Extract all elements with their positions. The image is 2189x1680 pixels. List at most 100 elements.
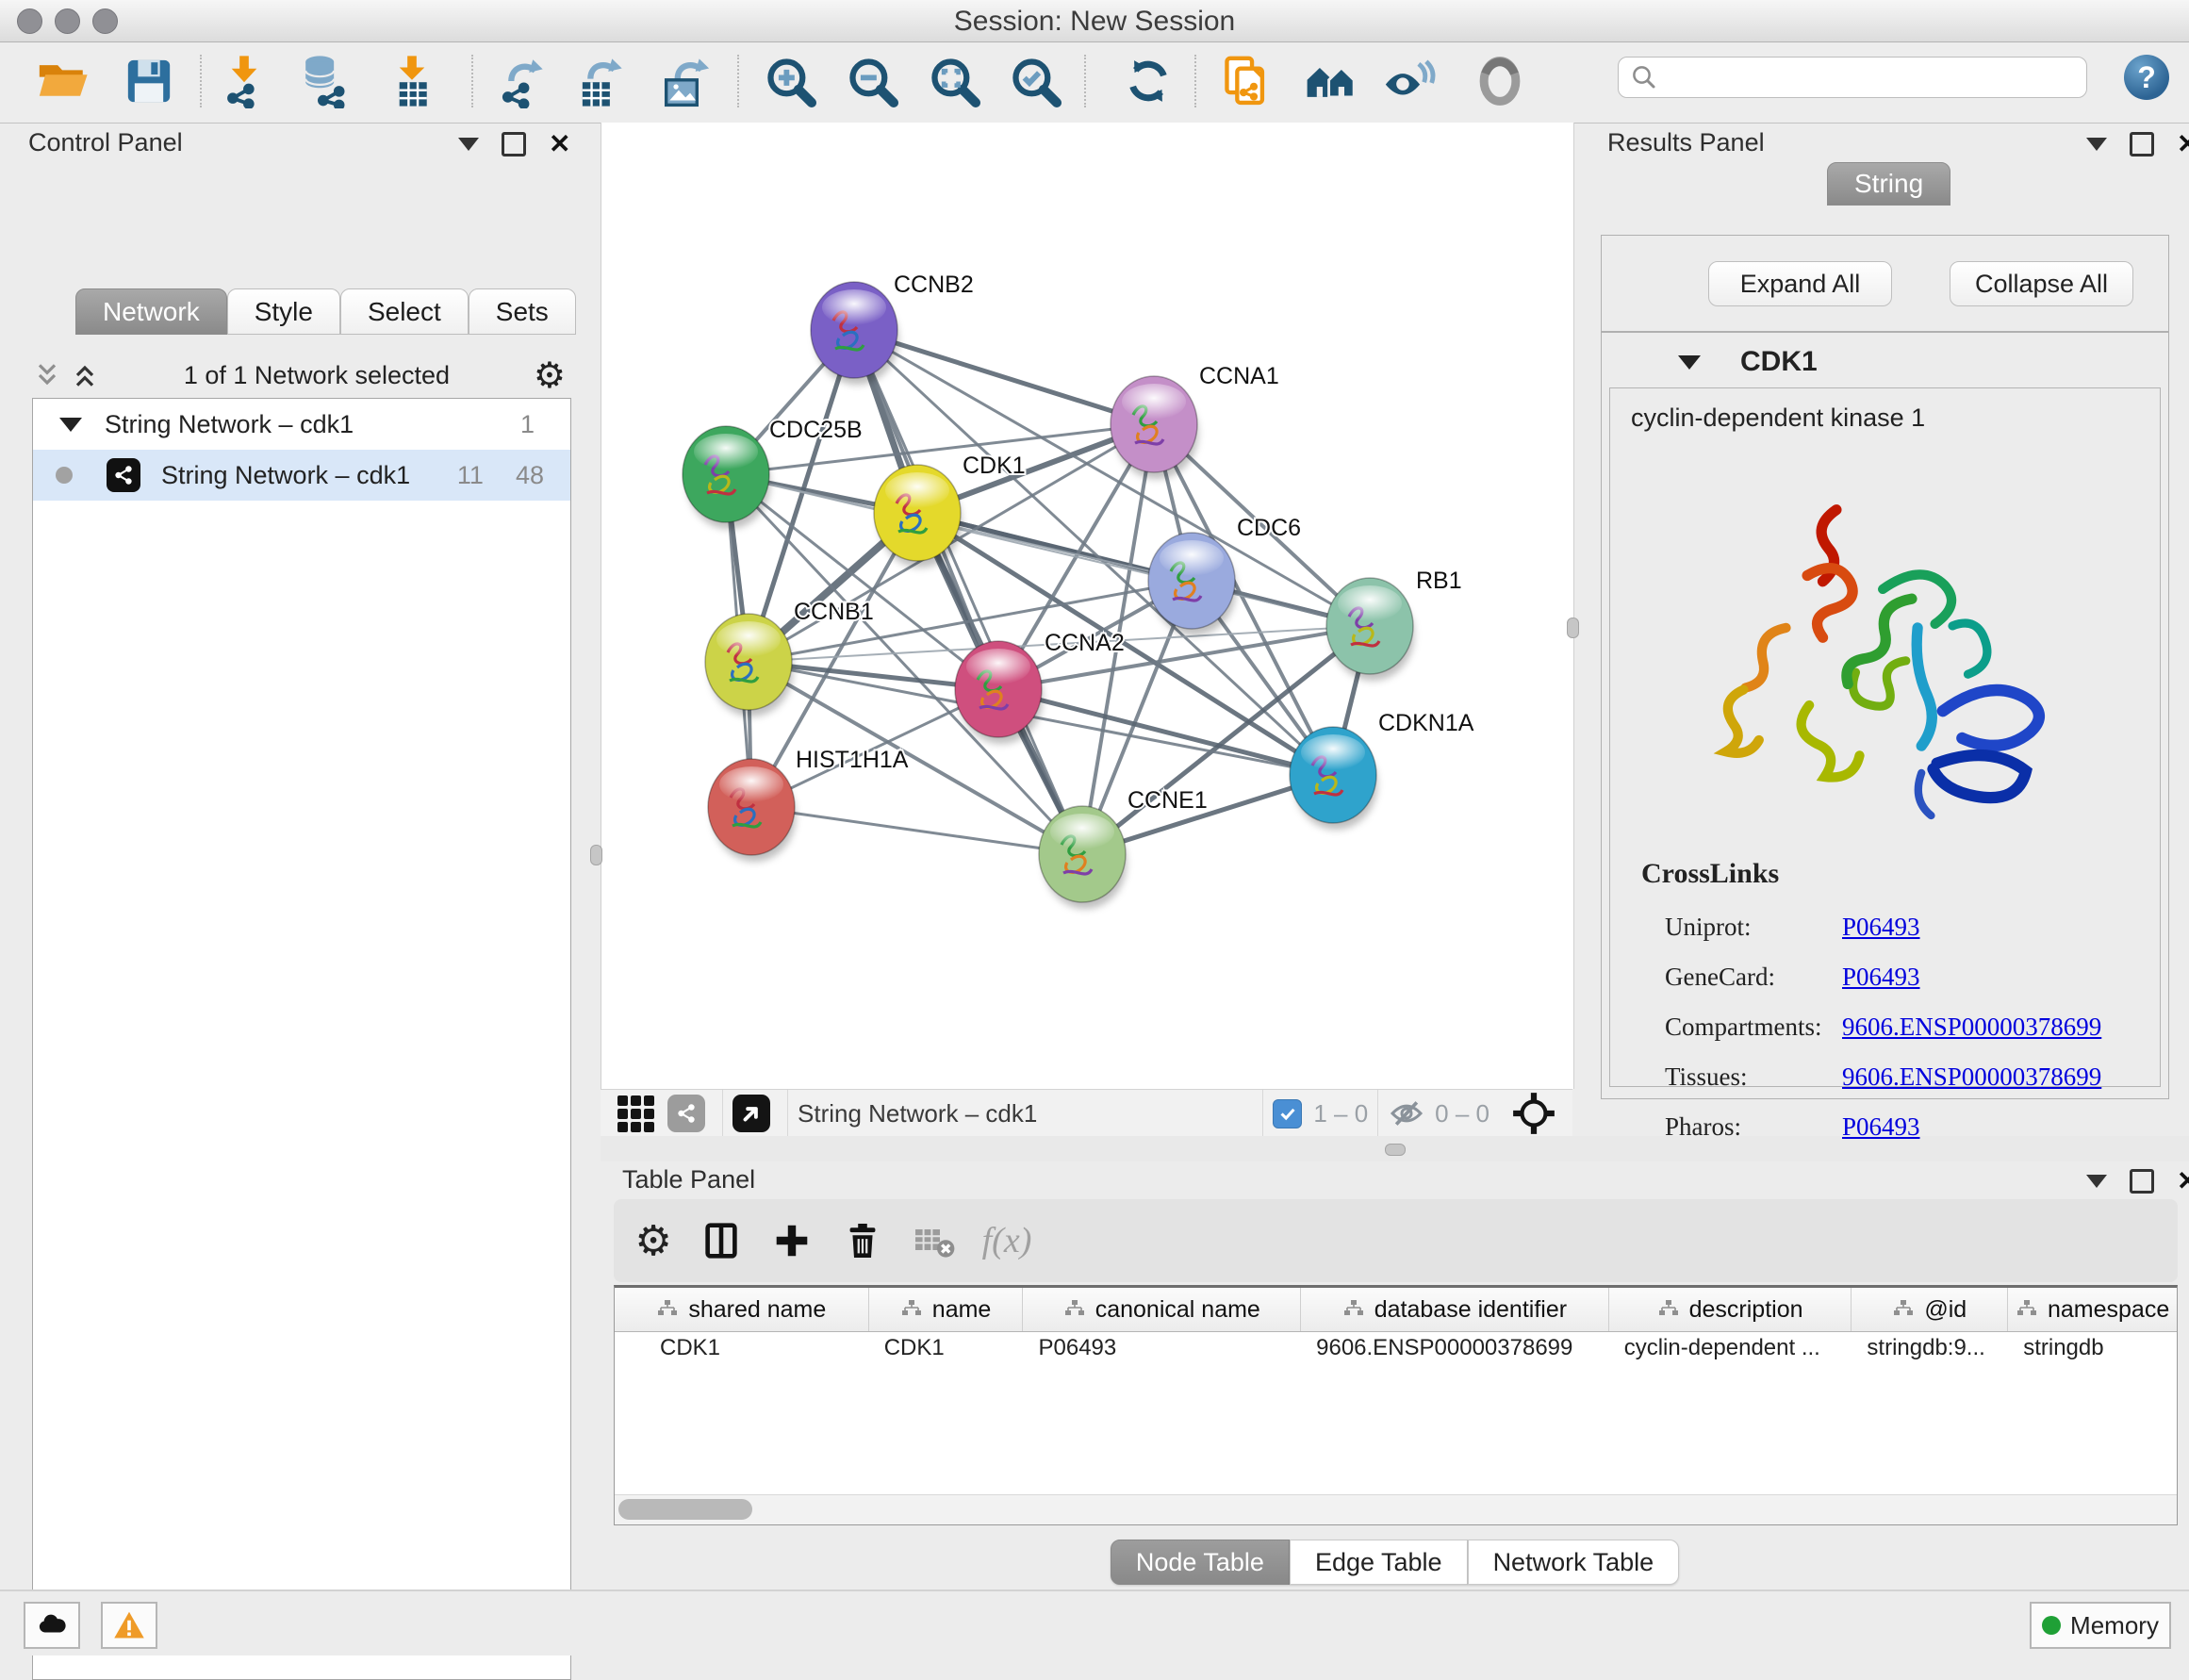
crosslink-value[interactable]: 9606.ENSP00000378699	[1842, 1013, 2101, 1041]
close-panel-icon[interactable]: ✕	[2177, 135, 2189, 154]
column-header[interactable]: @id	[1852, 1288, 2008, 1331]
window-title: Session: New Session	[0, 0, 2189, 41]
collapse-all-chevron-icon[interactable]	[32, 360, 62, 390]
cell-id[interactable]: stringdb:9...	[1852, 1335, 2008, 1361]
show-columns-icon[interactable]	[691, 1211, 751, 1271]
cloud-status-button[interactable]	[24, 1602, 80, 1649]
crosslink-value[interactable]: 9606.ENSP00000378699	[1842, 1062, 2101, 1091]
birds-eye-view-icon[interactable]	[732, 1095, 770, 1132]
table-settings-gear-icon[interactable]: ⚙	[623, 1211, 683, 1271]
fit-selected-crosshair-icon[interactable]	[1510, 1090, 1557, 1137]
network-view-icon[interactable]	[667, 1095, 705, 1132]
import-network-from-database-button[interactable]	[295, 52, 354, 110]
crosslink-value[interactable]: P06493	[1842, 963, 1920, 991]
zoom-out-button[interactable]	[843, 52, 901, 110]
show-graphics-details-button[interactable]	[1471, 52, 1529, 110]
crosslink-row: Uniprot:P06493	[1665, 902, 2101, 952]
crosslink-value[interactable]: P06493	[1842, 913, 1920, 941]
tab-select[interactable]: Select	[340, 288, 469, 335]
cell-namespace[interactable]: stringdb	[2008, 1335, 2177, 1361]
node-gloss	[1338, 585, 1402, 621]
column-header[interactable]: namespace	[2008, 1288, 2177, 1331]
import-table-button[interactable]	[383, 52, 441, 110]
edge-CCNA2-CDKN1A[interactable]	[998, 689, 1333, 775]
delete-column-trash-icon[interactable]	[832, 1211, 893, 1271]
clone-network-button[interactable]	[1217, 52, 1276, 110]
selected-checkbox-icon[interactable]	[1273, 1099, 1302, 1128]
network-collection-row[interactable]: String Network – cdk1 1	[33, 399, 570, 450]
zoom-in-button[interactable]	[761, 52, 819, 110]
hidden-eye-slash-icon	[1388, 1095, 1425, 1132]
crosslink-value[interactable]: P06493	[1842, 1112, 1920, 1141]
column-header[interactable]: database identifier	[1301, 1288, 1609, 1331]
crosslink-label: GeneCard:	[1665, 952, 1842, 1002]
cell-database-identifier[interactable]: 9606.ENSP00000378699	[1301, 1335, 1609, 1361]
tab-node-table[interactable]: Node Table	[1111, 1540, 1290, 1585]
column-header[interactable]: canonical name	[1023, 1288, 1301, 1331]
grid-view-icon[interactable]	[617, 1095, 654, 1132]
collection-expand-icon[interactable]	[59, 418, 82, 432]
zoom-fit-button[interactable]	[925, 52, 983, 110]
scrollbar-thumb[interactable]	[618, 1499, 752, 1520]
panel-menu-icon[interactable]	[2086, 138, 2107, 151]
horizontal-scrollbar[interactable]	[615, 1494, 2177, 1524]
tab-network[interactable]: Network	[75, 288, 227, 335]
edge-CCNB2-CCNE1[interactable]	[854, 330, 1082, 854]
float-panel-icon[interactable]	[2130, 1169, 2154, 1194]
import-network-from-file-button[interactable]	[215, 52, 273, 110]
tab-network-table[interactable]: Network Table	[1468, 1540, 1680, 1585]
add-column-icon[interactable]	[762, 1211, 822, 1271]
table-row[interactable]: CDK1 CDK1 P06493 9606.ENSP00000378699 cy…	[615, 1332, 2177, 1364]
help-button[interactable]: ?	[2124, 55, 2169, 100]
node-gloss	[1122, 384, 1186, 420]
column-header[interactable]: shared name	[615, 1288, 869, 1331]
open-session-button[interactable]	[33, 52, 91, 110]
collection-count: 1	[520, 410, 535, 439]
export-table-button[interactable]	[570, 52, 629, 110]
network-row-selected[interactable]: String Network – cdk1 11 48	[33, 450, 570, 501]
export-network-button[interactable]	[491, 52, 550, 110]
tab-string[interactable]: String	[1827, 162, 1950, 206]
close-panel-icon[interactable]: ✕	[2177, 1172, 2189, 1191]
tab-style[interactable]: Style	[227, 288, 340, 335]
cloud-icon	[35, 1608, 69, 1642]
column-header[interactable]: name	[869, 1288, 1024, 1331]
network-view-canvas[interactable]: CCNB2CCNA1CDC25BCDK1CDC6RB1CCNB1CCNA2CDK…	[601, 123, 1574, 1089]
control-panel-tabs: Network Style Select Sets	[75, 288, 576, 335]
collapse-all-button[interactable]: Collapse All	[1950, 261, 2133, 306]
entry-collapse-icon[interactable]	[1678, 355, 1701, 370]
float-panel-icon[interactable]	[2130, 132, 2154, 156]
tab-sets[interactable]: Sets	[469, 288, 576, 335]
edge-HIST1H1A-CCNE1[interactable]	[751, 807, 1082, 854]
toolbar-separator	[1084, 55, 1086, 107]
apply-layout-button[interactable]	[1119, 52, 1177, 110]
expand-all-button[interactable]: Expand All	[1708, 261, 1892, 306]
hide-graphics-details-button[interactable]	[1379, 52, 1438, 110]
expand-all-chevron-icon[interactable]	[70, 360, 100, 390]
export-image-button[interactable]	[655, 52, 714, 110]
panel-menu-icon[interactable]	[458, 138, 479, 151]
cell-shared-name[interactable]: CDK1	[615, 1335, 869, 1361]
zoom-selected-button[interactable]	[1006, 52, 1064, 110]
column-header[interactable]: description	[1609, 1288, 1852, 1331]
close-panel-icon[interactable]: ✕	[549, 135, 570, 154]
string-network-graph[interactable]: CCNB2CCNA1CDC25BCDK1CDC6RB1CCNB1CCNA2CDK…	[601, 123, 1573, 1089]
cell-description[interactable]: cyclin-dependent ...	[1609, 1335, 1852, 1361]
table-header-row: shared name name canonical name database…	[615, 1288, 2177, 1332]
splitter-handle[interactable]	[1385, 1144, 1406, 1156]
warnings-button[interactable]	[101, 1602, 157, 1649]
edge-CCNB2-CCNA1[interactable]	[854, 330, 1154, 424]
network-options-gear-icon[interactable]: ⚙	[534, 357, 566, 393]
search-input[interactable]	[1658, 62, 2058, 93]
tab-edge-table[interactable]: Edge Table	[1290, 1540, 1468, 1585]
save-session-button[interactable]	[120, 52, 178, 110]
left-splitter-handle[interactable]	[590, 845, 602, 865]
panel-menu-icon[interactable]	[2086, 1175, 2107, 1188]
float-panel-icon[interactable]	[502, 132, 526, 156]
cell-canonical-name[interactable]: P06493	[1024, 1335, 1302, 1361]
toolbar-separator	[1194, 55, 1196, 107]
memory-button[interactable]: Memory	[2030, 1602, 2171, 1649]
show-all-networks-button[interactable]	[1302, 52, 1360, 110]
cell-name[interactable]: CDK1	[869, 1335, 1024, 1361]
toolbar-search[interactable]	[1618, 57, 2087, 98]
